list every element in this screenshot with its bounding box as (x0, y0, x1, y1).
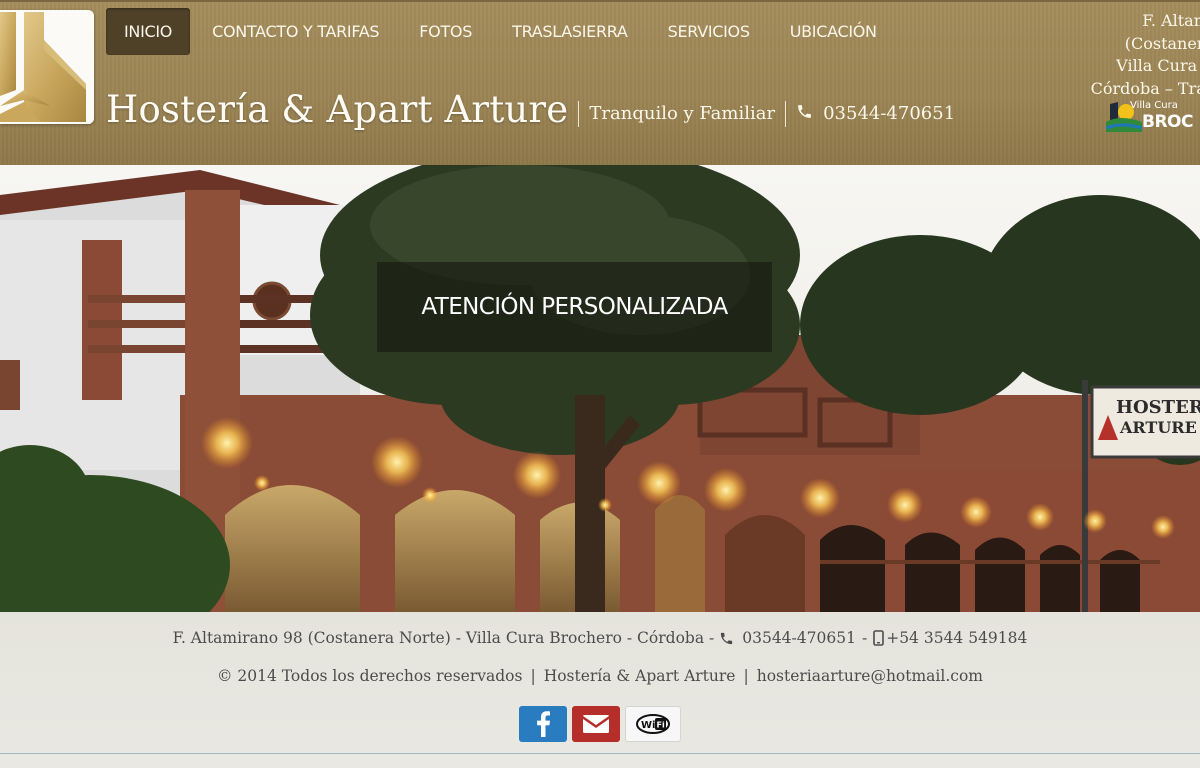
header-address-line: Córdoba – Tras (1090, 78, 1200, 98)
footer-phone: 03544-470651 (742, 629, 856, 647)
hero-slider[interactable]: HOSTERIA ARTURE ATENCIÓN PERSONALIZADA (0, 165, 1200, 612)
footer-email-link[interactable]: hosteriaarture@hotmail.com (757, 667, 983, 685)
footer-copyright-line: © 2014 Todos los derechos reservados | H… (0, 667, 1200, 685)
hero-sign-line1: HOSTERIA (1116, 397, 1200, 418)
hero-photo: HOSTERIA ARTURE (0, 165, 1200, 612)
nav-item-inicio[interactable]: INICIO (106, 8, 191, 55)
site-title[interactable]: Hostería & Apart Arture (106, 88, 568, 131)
site-header: INICIO CONTACTO Y TARIFAS FOTOS TRASLASI… (0, 0, 1200, 165)
social-icons: Wi Fi (519, 706, 681, 742)
header-address-line: F. Altami (1142, 11, 1200, 30)
nav-item-traslasierra[interactable]: TRASLASIERRA (494, 8, 646, 55)
phone-icon (719, 631, 734, 646)
footer-copyright: © 2014 Todos los derechos reservados (217, 667, 523, 685)
town-logo-small-text: Villa Cura (1130, 100, 1178, 111)
nav-item-servicios[interactable]: SERVICIOS (650, 8, 768, 55)
main-nav: INICIO CONTACTO Y TARIFAS FOTOS TRASLASI… (106, 8, 899, 55)
svg-text:Wi: Wi (641, 720, 655, 731)
site-tagline: Tranquilo y Familiar (589, 103, 776, 124)
header-address-line: Villa Cura B (1116, 56, 1200, 75)
divider (578, 100, 580, 127)
footer-dash: - (861, 629, 868, 647)
town-logo-big-text: BROC (1142, 112, 1193, 132)
villa-cura-brochero-logo[interactable]: Villa Cura BROC (1106, 100, 1200, 134)
wifi-icon[interactable]: Wi Fi (625, 706, 681, 742)
svg-text:Fi: Fi (657, 721, 665, 730)
nav-item-ubicacion[interactable]: UBICACIÓN (772, 8, 895, 55)
footer-contact-line: F. Altamirano 98 (Costanera Norte) - Vil… (0, 629, 1200, 647)
hosteria-logo[interactable] (0, 10, 94, 124)
slide-caption: ATENCIÓN PERSONALIZADA (377, 262, 772, 352)
hero-sign-line2: ARTURE (1119, 418, 1197, 437)
site-footer: F. Altamirano 98 (Costanera Norte) - Vil… (0, 612, 1200, 768)
nav-item-fotos[interactable]: FOTOS (401, 8, 490, 55)
header-phone: 03544-470651 (796, 103, 955, 125)
brand-bar: Hostería & Apart Arture Tranquilo y Fami… (106, 88, 955, 131)
mail-icon[interactable] (572, 706, 620, 742)
facebook-icon[interactable] (519, 706, 567, 742)
mobile-phone-icon (873, 630, 885, 646)
footer-brand: Hostería & Apart Arture (543, 667, 736, 685)
footer-address: F. Altamirano 98 (Costanera Norte) - Vil… (172, 629, 715, 647)
slide-caption-text: ATENCIÓN PERSONALIZADA (421, 294, 728, 320)
nav-item-contacto-tarifas[interactable]: CONTACTO Y TARIFAS (194, 8, 397, 55)
footer-separator: | (530, 667, 536, 685)
header-address: F. Altami (Costanera Villa Cura B Córdob… (1074, 10, 1200, 100)
header-phone-number: 03544-470651 (823, 103, 956, 124)
header-address-line: (Costanera (1124, 33, 1200, 53)
footer-mobile: +54 3544 549184 (886, 629, 1028, 647)
divider (785, 100, 787, 127)
footer-separator: | (743, 667, 749, 685)
footer-divider (0, 753, 1200, 754)
phone-icon (796, 103, 813, 125)
